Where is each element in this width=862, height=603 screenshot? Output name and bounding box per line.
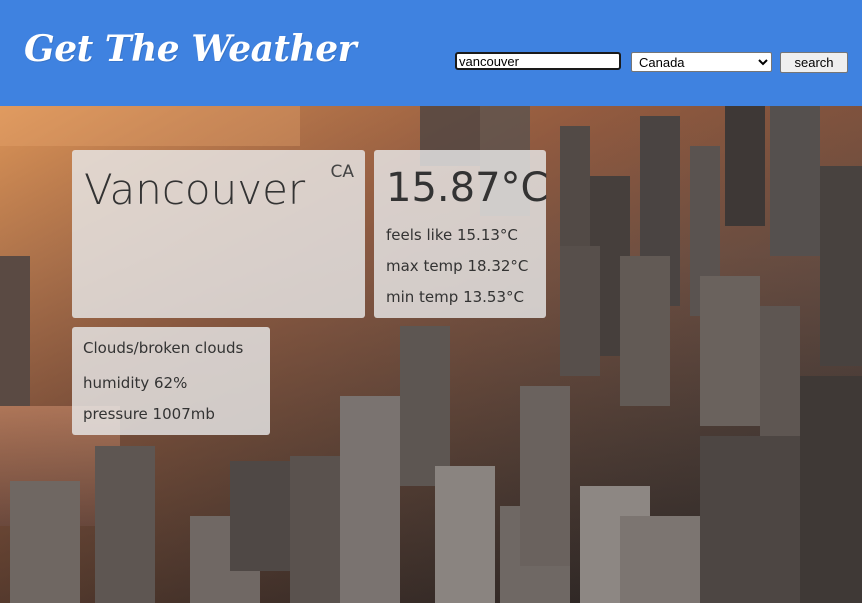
city-search-input[interactable] [455, 52, 621, 70]
pressure: pressure 1007mb [83, 405, 215, 423]
city-card: Vancouver CA [72, 150, 365, 318]
min-temperature: min temp 13.53°C [386, 288, 524, 306]
humidity: humidity 62% [83, 374, 188, 392]
temperature-card: 15.87°C feels like 15.13°C max temp 18.3… [374, 150, 549, 318]
conditions-card: Clouds/broken clouds humidity 62% pressu… [72, 327, 270, 435]
city-name: Vancouver [84, 165, 306, 214]
app-logo: Get The Weather [24, 28, 357, 70]
country-code: CA [330, 162, 355, 182]
country-select[interactable]: Canada [631, 52, 772, 72]
search-button[interactable]: search [780, 52, 848, 73]
current-temperature: 15.87°C [386, 165, 549, 211]
weather-description: Clouds/broken clouds [83, 339, 244, 357]
max-temperature: max temp 18.32°C [386, 257, 529, 275]
app-header: Get The Weather Canada search [0, 0, 862, 106]
feels-like-temperature: feels like 15.13°C [386, 226, 518, 244]
